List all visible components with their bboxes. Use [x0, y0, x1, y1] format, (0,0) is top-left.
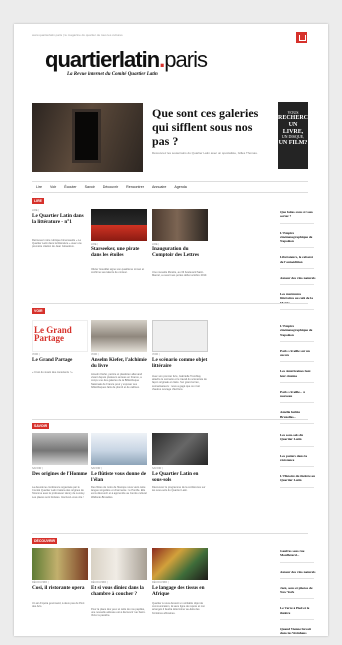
section-label-voir[interactable]: VOIR — [32, 308, 45, 314]
logo-suffix: paris — [164, 47, 208, 72]
article-title[interactable]: Le flûtiste vous donne de l'élan — [91, 471, 149, 484]
article-thumbnail[interactable] — [91, 433, 147, 465]
side-link[interactable]: Autour des vins naturels — [280, 276, 316, 285]
article-summary: « C'est du vivant des conscients ! » — [32, 371, 73, 374]
divider — [32, 303, 308, 304]
article-thumbnail[interactable] — [152, 548, 208, 580]
article-thumbnail[interactable] — [91, 209, 147, 241]
side-list-lire: Que faites-vous si vous sortez ? L'Empir… — [280, 210, 316, 317]
tab-voir[interactable]: Voir — [50, 185, 56, 189]
feature-description: Découvrez les souterrains du Quartier La… — [152, 151, 258, 155]
feature-poster[interactable]: VOUS RECHERCHEZ UN LIVRE, UN DISQUE, UN … — [278, 102, 321, 169]
poster-line: UN DISQUE, — [281, 134, 305, 140]
side-link[interactable]: Que faites-vous si vous sortez ? — [280, 210, 316, 224]
divider — [32, 419, 308, 420]
side-link[interactable]: Paris s'éveille... à nouveau — [280, 390, 316, 404]
divider — [32, 533, 308, 534]
article-category: SAVOIR | — [152, 467, 163, 470]
tagline: La Revue internet du Comité Quartier Lat… — [67, 72, 158, 77]
article-summary: Avec son premier livre, Gabrielle Trembl… — [152, 375, 207, 391]
article-title[interactable]: Le Grand Partage — [32, 357, 88, 364]
tab-agenda[interactable]: Agenda — [174, 185, 186, 189]
article-category: DÉCOUVRIR | — [32, 581, 49, 584]
article-thumbnail[interactable] — [152, 320, 208, 352]
side-link[interactable]: Les murmures littéraires au café de la M… — [280, 292, 316, 310]
page: www.quartierlatin.paris | le magazine du… — [14, 24, 328, 636]
article-title[interactable]: Le scénario comme objet littéraire — [152, 357, 210, 370]
article-title[interactable]: Le Quartier Latin en sous-sols — [152, 471, 210, 484]
side-link[interactable]: Les sous-sols du Quartier Latin — [280, 433, 316, 447]
article-title[interactable]: Inauguration du Comptoir des Lettres — [152, 246, 210, 259]
tab-lire[interactable]: Lire — [36, 185, 42, 189]
article-category: DÉCOUVRIR | — [91, 581, 108, 584]
side-list-decouvrir: Gaufres sous rue Mouffetard... Autour de… — [280, 549, 316, 636]
side-link[interactable]: Amélie habite Bruxelles... — [280, 410, 316, 424]
article-title[interactable]: Cosi, il ristorante opera — [32, 585, 88, 592]
section-label-decouvrir[interactable]: DÉCOUVRIR — [32, 538, 58, 544]
tab-rencontrer[interactable]: Rencontrer — [126, 185, 144, 189]
tab-savoir[interactable]: Savoir — [85, 185, 95, 189]
article-summary: Retrouvez notre rubrique bimensuelle « L… — [32, 239, 82, 249]
feature-title[interactable]: Que sont ces galeries qui sifflent sous … — [152, 106, 272, 148]
article-title[interactable]: Des origines de l'Homme — [32, 471, 88, 478]
side-link[interactable]: Gaufres sous rue Mouffetard... — [280, 549, 316, 563]
poster-line: UN FILM? — [278, 139, 308, 146]
article-category: SAVOIR | — [91, 467, 102, 470]
site-logo[interactable]: quartierlatin.paris — [45, 47, 208, 73]
side-list-voir: L'Empire cinématographique de Napoléon P… — [280, 324, 316, 431]
article-category: LIRE | — [32, 209, 39, 212]
side-link[interactable]: Le Verre à Pied et le théâtre — [280, 606, 316, 620]
article-summary: La deuxième conférence organisée par le … — [32, 486, 85, 499]
section-label-lire[interactable]: LIRE — [32, 198, 44, 204]
poster-line: RECHERCHEZ — [278, 115, 321, 122]
article-summary: Une nouvelle librairie, au 33 boulevard … — [152, 271, 208, 278]
main-navigation: Lire Voir Écouter Savoir Découvrir Renco… — [32, 181, 308, 193]
article-category: VOIR | — [152, 353, 160, 356]
feature-image[interactable] — [32, 103, 143, 172]
topline: www.quartierlatin.paris | le magazine du… — [32, 33, 123, 37]
section-label-savoir[interactable]: SAVOIR — [32, 423, 50, 429]
article-thumbnail[interactable] — [91, 548, 147, 580]
tab-decouvrir[interactable]: Découvrir — [103, 185, 118, 189]
article-title[interactable]: Anselm Kiefer, l'alchimie du livre — [91, 357, 149, 370]
article-category: VOIR | — [91, 353, 99, 356]
side-link[interactable]: Autour des vins naturels — [280, 570, 316, 579]
tab-annuaire[interactable]: Annuaire — [152, 185, 166, 189]
article-category: DÉCOUVRIR | — [152, 581, 169, 584]
article-thumbnail[interactable] — [32, 548, 88, 580]
side-link[interactable]: Jazz, sous et photos de New York — [280, 586, 316, 600]
article-thumbnail[interactable] — [91, 320, 147, 352]
side-link[interactable]: Paris s'éveille sur un succès — [280, 349, 316, 363]
article-summary: Quartier à nous devient un véritable obj… — [152, 602, 206, 615]
thumbnail-text: Le Grand Partage — [34, 325, 72, 344]
article-title[interactable]: Et si vous dîniez dans la chambre à couc… — [91, 585, 149, 598]
article-category: VOIR | — [32, 353, 40, 356]
article-title[interactable]: Le langage des tissus en Afrique — [152, 585, 210, 598]
side-link[interactable]: L'Empire cinématographique de Napoléon — [280, 324, 316, 342]
article-summary: Olivier Gouddet signe son quatrième roma… — [91, 268, 145, 275]
side-link[interactable]: Les Américaines font leur cinéma — [280, 369, 316, 383]
side-link[interactable]: L'Empire cinématographique de Napoléon — [280, 231, 316, 249]
article-title[interactable]: Starseeker, une pirate dans les étoiles — [91, 246, 149, 259]
bookmark-icon[interactable] — [296, 32, 307, 43]
article-summary: Découvrez le programme de la conférence … — [152, 486, 206, 493]
article-category: SAVOIR | — [32, 467, 43, 470]
tab-ecouter[interactable]: Écouter — [64, 185, 76, 189]
side-link[interactable]: Les potiers dans la résistance — [280, 454, 316, 468]
side-list-savoir: Les sous-sols du Quartier Latin Les poti… — [280, 433, 316, 495]
article-thumbnail[interactable] — [152, 433, 208, 465]
side-link[interactable]: L'Histoire du théâtre au Quartier Latin — [280, 474, 316, 488]
article-thumbnail[interactable] — [32, 433, 88, 465]
article-title[interactable]: Le Quartier Latin dans la littérature - … — [32, 213, 88, 226]
article-summary: Anselm Kiefer, peintre et plasticien all… — [91, 373, 143, 389]
article-summary: Pour la place des yeux et celle de nos p… — [91, 608, 146, 618]
logo-main: quartierlatin — [45, 47, 160, 72]
article-summary: Des flûtes de notre de l'Europe nous vie… — [91, 486, 147, 499]
poster-line: VOUS — [287, 110, 299, 115]
article-thumbnail[interactable] — [152, 209, 208, 241]
article-summary: Un air d'opéra gourmand, à deux pas du P… — [32, 602, 85, 609]
side-link[interactable]: Quand Vienne buvait dans les Weinhaus — [280, 627, 316, 636]
side-link[interactable]: Libérateurs, le cabaret de l'autoédition — [280, 255, 316, 269]
